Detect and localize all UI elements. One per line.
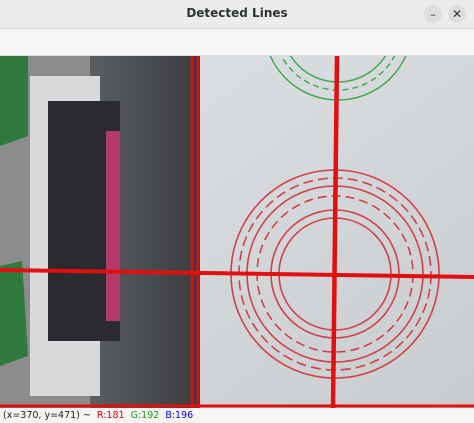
pink-strip: [106, 131, 120, 321]
image-viewport[interactable]: [0, 56, 474, 408]
window-title: Detected Lines: [186, 6, 288, 20]
blue-value: B:196: [165, 410, 194, 421]
minimize-icon: –: [430, 7, 436, 21]
close-icon: ✕: [451, 7, 463, 21]
camera-image: [0, 56, 474, 408]
cursor-position: (x=370, y=471) ~: [3, 410, 91, 421]
red-value: R:181: [96, 410, 125, 421]
status-bar: (x=370, y=471) ~ R:181 G:192 B:196: [0, 408, 474, 423]
minimize-button[interactable]: –: [424, 5, 442, 23]
title-bar: Detected Lines – ✕: [0, 0, 474, 29]
close-button[interactable]: ✕: [448, 5, 466, 23]
green-part-top: [0, 56, 28, 146]
green-value: G:192: [130, 410, 160, 421]
toolbar-area: [0, 29, 474, 56]
